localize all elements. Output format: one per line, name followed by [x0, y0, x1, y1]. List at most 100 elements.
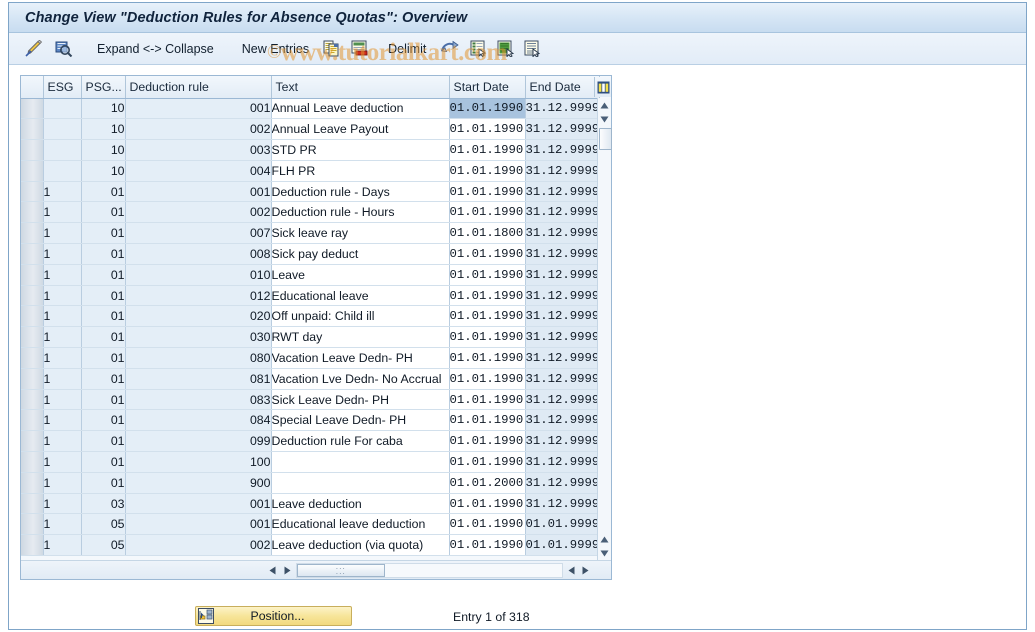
cell-start-date[interactable]: 01.01.1990: [449, 430, 526, 453]
table-row[interactable]: 10 004 FLH PR 01.01.1990 31.12.9999: [21, 160, 600, 182]
table-row[interactable]: 1 01 030 RWT day 01.01.1990 31.12.9999: [21, 326, 600, 349]
select-all-column-header[interactable]: [21, 76, 44, 99]
row-selector[interactable]: [21, 472, 44, 494]
row-selector[interactable]: [21, 139, 44, 161]
cell-psg[interactable]: 01: [81, 264, 126, 286]
cell-start-date[interactable]: 01.01.1990: [449, 326, 526, 349]
deselect-all-button[interactable]: [520, 38, 545, 60]
table-row[interactable]: 1 01 080 Vacation Leave Dedn- PH 01.01.1990 3…: [21, 347, 600, 369]
cell-text[interactable]: [271, 451, 450, 473]
cell-deduction-rule[interactable]: 002: [125, 534, 272, 557]
cell-psg[interactable]: 03: [81, 493, 126, 515]
cell-end-date[interactable]: 31.12.9999: [525, 451, 600, 473]
cell-text[interactable]: Deduction rule For caba: [271, 430, 450, 453]
cell-text[interactable]: Vacation Lve Dedn- No Accrual: [271, 368, 450, 390]
row-selector[interactable]: [21, 264, 44, 286]
hscroll-left-button[interactable]: [265, 563, 280, 578]
row-selector[interactable]: [21, 347, 44, 369]
display-mode-button[interactable]: [50, 38, 77, 60]
cell-deduction-rule[interactable]: 001: [125, 493, 272, 515]
scroll-down-button[interactable]: [598, 112, 611, 126]
cell-psg[interactable]: 10: [81, 118, 126, 141]
cell-end-date[interactable]: 31.12.9999: [525, 430, 600, 453]
new-entries-button[interactable]: New Entries: [234, 38, 317, 60]
row-selector[interactable]: [21, 285, 44, 307]
table-row[interactable]: 1 01 083 Sick Leave Dedn- PH 01.01.1990 31.12…: [21, 389, 600, 411]
table-row[interactable]: 1 01 007 Sick leave ray 01.01.1800 31.12.9999: [21, 222, 600, 245]
expand-collapse-button[interactable]: Expand <-> Collapse: [89, 38, 222, 60]
cell-deduction-rule[interactable]: 002: [125, 201, 272, 224]
cell-deduction-rule[interactable]: 007: [125, 222, 272, 245]
cell-esg[interactable]: 1: [43, 201, 82, 224]
cell-start-date[interactable]: 01.01.1990: [449, 201, 526, 224]
cell-esg[interactable]: 1: [43, 326, 82, 349]
table-row[interactable]: 1 01 010 Leave 01.01.1990 31.12.9999: [21, 264, 600, 286]
cell-text[interactable]: [271, 472, 450, 494]
change-display-button[interactable]: [21, 38, 48, 60]
cell-psg[interactable]: 01: [81, 326, 126, 349]
column-header-start-date[interactable]: Start Date: [449, 76, 526, 99]
cell-esg[interactable]: 1: [43, 451, 82, 473]
cell-end-date[interactable]: 31.12.9999: [525, 326, 600, 349]
cell-esg[interactable]: 1: [43, 305, 82, 328]
cell-start-date[interactable]: 01.01.1990: [449, 347, 526, 369]
cell-psg[interactable]: 01: [81, 201, 126, 224]
cell-psg[interactable]: 10: [81, 160, 126, 182]
cell-text[interactable]: Sick Leave Dedn- PH: [271, 389, 450, 411]
cell-text[interactable]: Leave: [271, 264, 450, 286]
cell-start-date[interactable]: 01.01.2000: [449, 472, 526, 494]
table-row[interactable]: 10 003 STD PR 01.01.1990 31.12.9999: [21, 139, 600, 161]
cell-start-date[interactable]: 01.01.1990: [449, 409, 526, 432]
cell-psg[interactable]: 05: [81, 534, 126, 557]
cell-end-date[interactable]: 01.01.9999: [525, 534, 600, 557]
cell-end-date[interactable]: 31.12.9999: [525, 243, 600, 265]
cell-start-date[interactable]: 01.01.1990: [449, 98, 526, 120]
scroll-page-down-button[interactable]: [598, 546, 611, 560]
table-row[interactable]: 1 01 900 01.01.2000 31.12.9999: [21, 472, 600, 494]
cell-esg[interactable]: 1: [43, 534, 82, 557]
cell-end-date[interactable]: 31.12.9999: [525, 347, 600, 369]
cell-text[interactable]: Sick leave ray: [271, 222, 450, 245]
cell-psg[interactable]: 01: [81, 285, 126, 307]
row-selector[interactable]: [21, 326, 44, 349]
cell-deduction-rule[interactable]: 004: [125, 160, 272, 182]
cell-start-date[interactable]: 01.01.1990: [449, 389, 526, 411]
cell-end-date[interactable]: 31.12.9999: [525, 264, 600, 286]
cell-start-date[interactable]: 01.01.1990: [449, 243, 526, 265]
table-row[interactable]: 1 03 001 Leave deduction 01.01.1990 31.12.999…: [21, 493, 600, 515]
cell-text[interactable]: Vacation Leave Dedn- PH: [271, 347, 450, 369]
cell-end-date[interactable]: 31.12.9999: [525, 493, 600, 515]
column-header-psg[interactable]: PSG...: [81, 76, 126, 99]
row-selector[interactable]: [21, 493, 44, 515]
table-row[interactable]: 1 05 001 Educational leave deduction 01.01.1…: [21, 513, 600, 536]
cell-deduction-rule[interactable]: 099: [125, 430, 272, 453]
cell-deduction-rule[interactable]: 012: [125, 285, 272, 307]
column-header-deduction-rule[interactable]: Deduction rule: [125, 76, 272, 99]
cell-start-date[interactable]: 01.01.1990: [449, 534, 526, 557]
cell-esg[interactable]: [43, 98, 82, 120]
cell-deduction-rule[interactable]: 083: [125, 389, 272, 411]
row-selector[interactable]: [21, 513, 44, 536]
table-row[interactable]: 1 01 084 Special Leave Dedn- PH 01.01.1990 31…: [21, 409, 600, 432]
cell-text[interactable]: Educational leave: [271, 285, 450, 307]
cell-deduction-rule[interactable]: 030: [125, 326, 272, 349]
cell-psg[interactable]: 10: [81, 139, 126, 161]
cell-text[interactable]: Annual Leave Payout: [271, 118, 450, 141]
cell-start-date[interactable]: 01.01.1990: [449, 451, 526, 473]
cell-psg[interactable]: 01: [81, 305, 126, 328]
row-selector[interactable]: [21, 243, 44, 265]
table-row[interactable]: 1 05 002 Leave deduction (via quota) 01.01.1…: [21, 534, 600, 557]
cell-deduction-rule[interactable]: 020: [125, 305, 272, 328]
cell-psg[interactable]: 01: [81, 472, 126, 494]
table-row[interactable]: 1 01 100 01.01.1990 31.12.9999: [21, 451, 600, 473]
cell-text[interactable]: Deduction rule - Hours: [271, 201, 450, 224]
cell-end-date[interactable]: 31.12.9999: [525, 285, 600, 307]
hscroll-secondary-right-button[interactable]: [578, 563, 593, 578]
cell-deduction-rule[interactable]: 001: [125, 98, 272, 120]
cell-text[interactable]: RWT day: [271, 326, 450, 349]
cell-esg[interactable]: 1: [43, 347, 82, 369]
cell-end-date[interactable]: 01.01.9999: [525, 513, 600, 536]
cell-deduction-rule[interactable]: 081: [125, 368, 272, 390]
cell-start-date[interactable]: 01.01.1990: [449, 181, 526, 203]
cell-psg[interactable]: 01: [81, 181, 126, 203]
